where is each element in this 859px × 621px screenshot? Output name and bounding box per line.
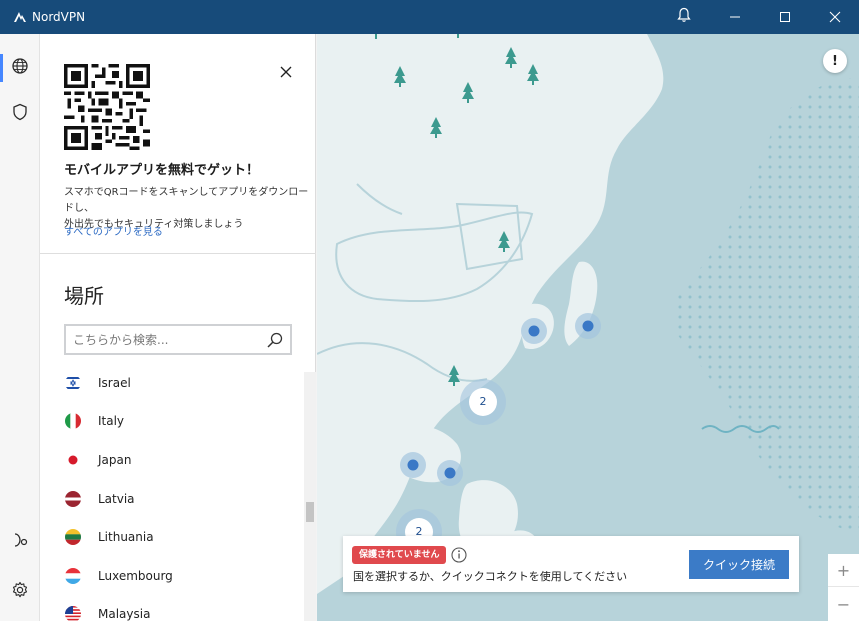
see-all-apps-link[interactable]: すべてのアプリを見る	[64, 223, 163, 238]
country-name: Israel	[98, 376, 131, 390]
search-icon[interactable]	[266, 331, 284, 349]
title-bar: NordVPN	[0, 0, 859, 34]
country-item-malaysia[interactable]: Malaysia	[40, 595, 304, 621]
nordvpn-logo-icon	[12, 9, 28, 25]
country-item-italy[interactable]: Italy	[40, 402, 304, 440]
flag-japan-icon	[65, 452, 81, 468]
info-icon[interactable]	[450, 546, 468, 564]
exclamation-icon: !	[832, 53, 838, 69]
mobile-app-promo: モバイルアプリを無料でゲット！ スマホでQRコードをスキャンしてアプリをダウンロ…	[40, 34, 316, 254]
country-name: Japan	[98, 453, 132, 467]
map-canvas	[317, 34, 859, 594]
side-panel: モバイルアプリを無料でゲット！ スマホでQRコードをスキャンしてアプリをダウンロ…	[40, 34, 316, 621]
search-input[interactable]	[66, 326, 262, 353]
search-box	[64, 324, 292, 355]
connection-status-card: 保護されていません 国を選択するか、クイックコネクトを使用してください クイック…	[343, 536, 799, 592]
country-name: Italy	[98, 414, 125, 428]
map-view[interactable]: 2 2 ! + − 保護されていません 国を選択するか、クイックコネクトを使用し…	[317, 34, 859, 621]
promo-title: モバイルアプリを無料でゲット！	[64, 163, 260, 178]
plus-icon: +	[836, 560, 851, 580]
flag-lithuania-icon	[65, 529, 81, 545]
scrollbar-thumb[interactable]	[306, 502, 314, 522]
globe-icon	[11, 57, 29, 79]
flag-luxembourg-icon	[65, 568, 81, 584]
close-promo-button[interactable]	[276, 62, 296, 82]
country-item-israel[interactable]: Israel	[40, 364, 304, 402]
country-list-scrollbar[interactable]	[304, 372, 316, 621]
nav-threat-protection[interactable]	[0, 96, 40, 132]
server-cluster[interactable]: 2	[469, 394, 497, 410]
country-item-japan[interactable]: Japan	[40, 441, 304, 479]
country-name: Latvia	[98, 492, 135, 506]
country-name: Lithuania	[98, 530, 154, 544]
map-info-button[interactable]: !	[823, 49, 847, 73]
flag-latvia-icon	[65, 491, 81, 507]
maximize-icon	[779, 8, 791, 27]
notifications-button[interactable]	[661, 0, 707, 34]
nav-locations[interactable]	[0, 50, 40, 86]
country-item-luxembourg[interactable]: Luxembourg	[40, 557, 304, 595]
flag-malaysia-icon	[65, 606, 81, 621]
locations-title: 場所	[64, 284, 104, 308]
gear-icon	[11, 581, 29, 603]
minus-icon: −	[836, 595, 851, 614]
quick-connect-button[interactable]: クイック接続	[689, 550, 789, 579]
close-window-button[interactable]	[812, 0, 858, 34]
country-list: Israel Italy Japan Latvia Lithuania Luxe…	[40, 364, 304, 621]
zoom-out-button[interactable]: −	[828, 588, 859, 621]
minimize-icon	[729, 8, 741, 27]
maximize-button[interactable]	[762, 0, 808, 34]
promo-description-line: スマホでQRコードをスキャンしてアプリをダウンロードし、	[64, 187, 309, 214]
bell-icon	[677, 7, 691, 27]
country-item-latvia[interactable]: Latvia	[40, 480, 304, 518]
close-icon	[829, 8, 841, 27]
zoom-controls: + −	[828, 554, 859, 621]
qr-code-image	[64, 64, 150, 150]
close-icon	[280, 63, 292, 82]
app-title: NordVPN	[32, 10, 86, 24]
nav-meshnet[interactable]	[0, 524, 40, 560]
meshnet-icon	[11, 531, 29, 553]
status-badge: 保護されていません	[352, 546, 447, 564]
status-message: 国を選択するか、クイックコネクトを使用してください	[353, 570, 628, 583]
country-name: Malaysia	[98, 607, 151, 621]
zoom-in-button[interactable]: +	[828, 554, 859, 587]
nav-settings[interactable]	[0, 574, 40, 610]
flag-italy-icon	[65, 413, 81, 429]
map-sea-pattern	[677, 78, 859, 535]
minimize-button[interactable]	[712, 0, 758, 34]
country-name: Luxembourg	[98, 569, 173, 583]
cluster-count: 2	[479, 395, 487, 408]
shield-icon	[12, 103, 28, 125]
nav-rail	[0, 34, 40, 621]
flag-israel-icon	[65, 375, 81, 391]
country-item-lithuania[interactable]: Lithuania	[40, 518, 304, 556]
